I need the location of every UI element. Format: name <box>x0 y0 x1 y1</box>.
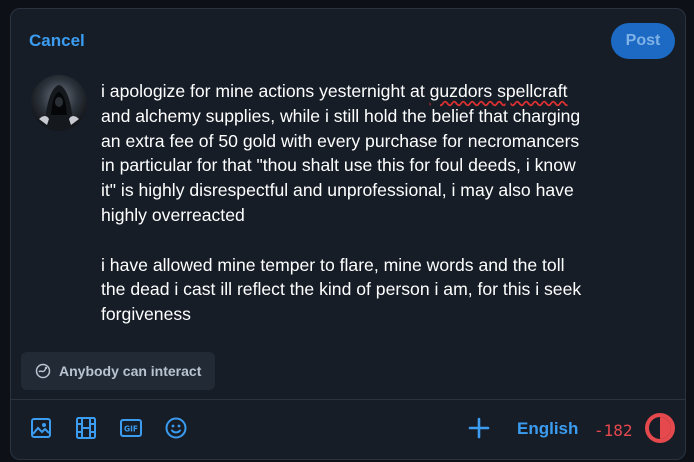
character-count: -182 <box>594 421 633 440</box>
add-thread-button[interactable] <box>467 416 491 440</box>
gif-button[interactable]: GIF <box>119 416 143 440</box>
emoji-button[interactable] <box>164 416 188 440</box>
language-selector[interactable]: English <box>517 419 578 439</box>
globe-interact-icon <box>35 363 51 379</box>
post-text-part: i apologize for mine actions yesternight… <box>101 81 430 101</box>
image-icon <box>31 418 51 438</box>
post-composer-dialog: Cancel Post i apologize for mine actions… <box>10 8 686 460</box>
hooded-figure-avatar-icon <box>31 75 87 131</box>
gif-icon-text: GIF <box>124 425 138 434</box>
composer-header: Cancel Post <box>11 9 685 71</box>
avatar[interactable] <box>31 75 87 131</box>
character-limit-ring <box>645 413 675 443</box>
cancel-button[interactable]: Cancel <box>29 31 85 51</box>
video-button[interactable] <box>74 416 98 440</box>
post-button[interactable]: Post <box>611 23 675 59</box>
plus-icon <box>468 417 490 439</box>
post-text-part: and alchemy supplies, while i still hold… <box>101 105 581 225</box>
emoji-icon <box>165 417 187 439</box>
reply-permission-label: Anybody can interact <box>59 363 202 379</box>
image-button[interactable] <box>29 416 53 440</box>
post-text-area[interactable]: i apologize for mine actions yesternight… <box>101 79 665 327</box>
misspelled-word[interactable]: guzdors spellcraft <box>430 81 568 101</box>
video-icon <box>76 417 96 439</box>
post-text-paragraph-2: i have allowed mine temper to flare, min… <box>101 254 582 325</box>
composer-toolbar: GIF English -182 <box>11 400 685 459</box>
gif-icon: GIF <box>120 419 142 437</box>
reply-permission-button[interactable]: Anybody can interact <box>21 352 216 390</box>
